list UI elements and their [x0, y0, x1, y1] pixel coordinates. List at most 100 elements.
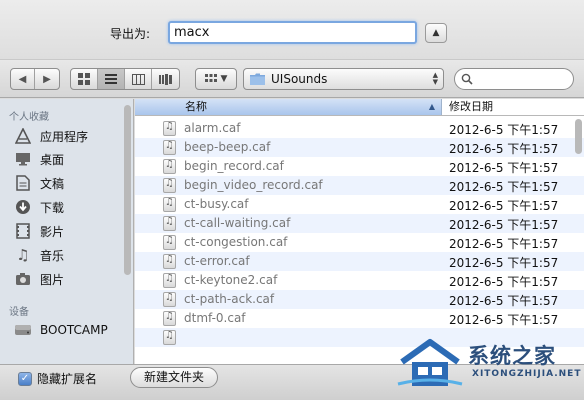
- sidebar-section-devices: 设备: [9, 307, 29, 318]
- sidebar-item-label: 音乐: [40, 248, 65, 263]
- column-header: 名称 ▲ 修改日期: [135, 99, 584, 116]
- file-row[interactable]: ct-busy.caf 2012-6-5 下午1:57: [135, 195, 584, 214]
- file-date: 2012-6-5 下午1:57: [449, 142, 559, 156]
- sidebar-item-downloads[interactable]: 下载: [14, 197, 64, 217]
- downloads-icon: [14, 199, 32, 215]
- updown-chevron-icon: ▲ ▼: [432, 71, 438, 86]
- file-row[interactable]: dtmf-0.caf 2012-6-5 下午1:57: [135, 309, 584, 328]
- coverflow-view-button[interactable]: [152, 69, 179, 89]
- export-filename-input[interactable]: [168, 21, 417, 44]
- audio-file-icon: [163, 197, 176, 212]
- file-date: 2012-6-5 下午1:57: [449, 275, 559, 289]
- file-name: ct-congestion.caf: [184, 235, 288, 249]
- file-row[interactable]: ct-keytone2.caf 2012-6-5 下午1:57: [135, 271, 584, 290]
- back-forward-control: ◀ ▶: [10, 68, 60, 90]
- file-date: 2012-6-5 下午1:57: [449, 199, 559, 213]
- hide-extension-label: 隐藏扩展名: [37, 372, 98, 386]
- checkmark-icon[interactable]: ✓: [18, 371, 32, 386]
- export-as-label: 导出为:: [110, 27, 151, 41]
- file-name: begin_video_record.caf: [184, 178, 323, 192]
- current-folder-name: UISounds: [271, 72, 328, 86]
- sidebar-item-label: 下载: [40, 200, 65, 215]
- arrange-grid-icon: [204, 74, 217, 82]
- sidebar-item-label: 影片: [40, 224, 65, 239]
- file-date: 2012-6-5 下午1:57: [449, 180, 559, 194]
- file-row[interactable]: ct-call-waiting.caf 2012-6-5 下午1:57: [135, 214, 584, 233]
- file-date: 2012-6-5 下午1:57: [449, 256, 559, 270]
- audio-file-icon: [163, 235, 176, 250]
- arrange-menu-button[interactable]: ▼: [195, 68, 237, 90]
- file-name: ct-path-ack.caf: [184, 292, 275, 306]
- name-column-label: 名称: [185, 100, 207, 113]
- sidebar-item-desktop[interactable]: 桌面: [14, 149, 64, 169]
- file-name: ct-keytone2.caf: [184, 273, 278, 287]
- new-folder-button[interactable]: 新建文件夹: [130, 367, 218, 388]
- list-view-icon: [105, 73, 117, 84]
- sidebar-scrollbar[interactable]: [124, 105, 131, 275]
- file-name: ct-error.caf: [184, 254, 250, 268]
- file-row[interactable]: beep-beep.caf 2012-6-5 下午1:57: [135, 138, 584, 157]
- audio-file-icon: [163, 216, 176, 231]
- file-name: alarm.caf: [184, 121, 241, 135]
- desktop-icon: [14, 151, 32, 167]
- file-row[interactable]: ct-error.caf 2012-6-5 下午1:57: [135, 252, 584, 271]
- audio-file-icon: [163, 140, 176, 155]
- file-row[interactable]: begin_video_record.caf 2012-6-5 下午1:57: [135, 176, 584, 195]
- sidebar-item-movies[interactable]: 影片: [14, 221, 64, 241]
- list-view-button[interactable]: [98, 69, 125, 89]
- disk-icon: [14, 322, 32, 338]
- browser-toolbar: ◀ ▶ ▼ UISounds ▲ ▼: [0, 60, 584, 98]
- folder-path-select[interactable]: UISounds ▲ ▼: [243, 68, 444, 90]
- file-name: begin_record.caf: [184, 159, 284, 173]
- audio-file-icon: [163, 159, 176, 174]
- file-date: 2012-6-5 下午1:57: [449, 218, 559, 232]
- date-column-header[interactable]: 修改日期: [449, 99, 493, 115]
- file-row[interactable]: begin_record.caf 2012-6-5 下午1:57: [135, 157, 584, 176]
- file-date: 2012-6-5 下午1:57: [449, 123, 559, 137]
- file-list-scrollbar[interactable]: [575, 119, 582, 154]
- file-name: ct-call-waiting.caf: [184, 216, 291, 230]
- chevron-down-icon: ▼: [220, 74, 228, 84]
- audio-file-icon: [163, 311, 176, 326]
- file-list: 名称 ▲ 修改日期 alarm.caf 2012-6-5 下午1:57 beep…: [135, 99, 584, 364]
- sidebar-item-documents[interactable]: 文稿: [14, 173, 64, 193]
- forward-button[interactable]: ▶: [35, 69, 59, 89]
- sidebar-item-label: 应用程序: [40, 129, 89, 144]
- audio-file-icon: [163, 121, 176, 136]
- file-row[interactable]: ct-path-ack.caf 2012-6-5 下午1:57: [135, 290, 584, 309]
- audio-file-icon: [163, 292, 176, 307]
- column-view-button[interactable]: [125, 69, 152, 89]
- file-name: ct-busy.caf: [184, 197, 249, 211]
- search-field[interactable]: [454, 68, 574, 90]
- view-mode-control: [70, 68, 180, 90]
- sidebar-item-bootcamp[interactable]: BOOTCAMP: [14, 320, 108, 340]
- icon-view-button[interactable]: [71, 69, 98, 89]
- column-view-icon: [131, 73, 145, 85]
- collapse-dialog-button[interactable]: ▲: [425, 23, 447, 43]
- file-date: 2012-6-5 下午1:57: [449, 237, 559, 251]
- watermark-url: XITONGZHIJIA.NET: [472, 369, 582, 379]
- file-date: 2012-6-5 下午1:57: [449, 294, 559, 308]
- forward-arrow-icon: ▶: [43, 73, 51, 85]
- file-row[interactable]: ct-congestion.caf 2012-6-5 下午1:57: [135, 233, 584, 252]
- sidebar-item-applications[interactable]: 应用程序: [14, 126, 88, 146]
- audio-file-icon: [163, 273, 176, 288]
- triangle-up-icon: ▲: [432, 28, 440, 38]
- sidebar-item-label: 文稿: [40, 176, 65, 191]
- coverflow-view-icon: [159, 73, 172, 85]
- search-icon: [461, 73, 473, 85]
- back-button[interactable]: ◀: [11, 69, 35, 89]
- house-logo-icon: [397, 339, 463, 386]
- hide-extension-option[interactable]: ✓ 隐藏扩展名: [18, 370, 97, 387]
- file-date: 2012-6-5 下午1:57: [449, 161, 559, 175]
- watermark-text: 系统之家: [468, 344, 556, 368]
- sidebar-item-music[interactable]: ♫ 音乐: [14, 245, 64, 265]
- file-name: beep-beep.caf: [184, 140, 271, 154]
- name-column-header[interactable]: 名称 ▲: [135, 99, 442, 115]
- music-icon: ♫: [16, 246, 30, 264]
- date-column-label: 修改日期: [449, 100, 493, 113]
- file-date: 2012-6-5 下午1:57: [449, 313, 559, 327]
- folder-icon: [250, 73, 265, 85]
- file-row[interactable]: alarm.caf 2012-6-5 下午1:57: [135, 119, 584, 138]
- sidebar-item-pictures[interactable]: 图片: [14, 269, 64, 289]
